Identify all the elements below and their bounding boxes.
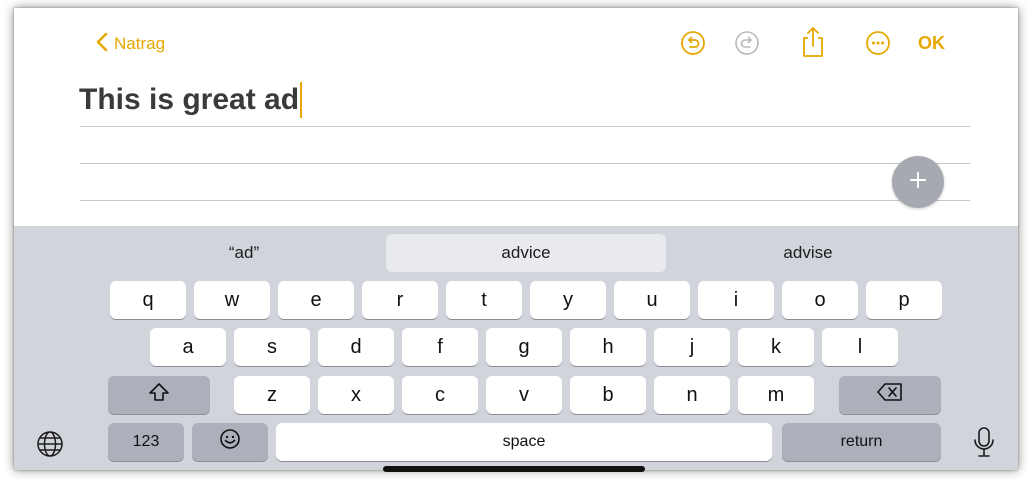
note-divider (80, 126, 970, 127)
shift-icon (148, 382, 170, 408)
key-p[interactable]: p (866, 281, 942, 319)
key-t[interactable]: t (446, 281, 522, 319)
plus-icon (909, 171, 927, 194)
key-l[interactable]: l (822, 328, 898, 366)
key-n[interactable]: n (654, 376, 730, 414)
chevron-left-icon (96, 32, 108, 57)
microphone-icon[interactable] (972, 426, 996, 465)
space-key[interactable]: space (276, 423, 772, 461)
shift-key[interactable] (108, 376, 210, 414)
suggestion-advise[interactable]: advise (678, 234, 938, 272)
note-divider (80, 200, 970, 201)
delete-key[interactable] (839, 376, 941, 414)
key-s[interactable]: s (234, 328, 310, 366)
keyboard: “ad” advice advise q w e r t y u i o p a… (14, 226, 1018, 470)
undo-icon[interactable] (680, 30, 706, 61)
key-g[interactable]: g (486, 328, 562, 366)
key-d[interactable]: d (318, 328, 394, 366)
key-f[interactable]: f (402, 328, 478, 366)
key-k[interactable]: k (738, 328, 814, 366)
key-c[interactable]: c (402, 376, 478, 414)
return-key[interactable]: return (782, 423, 941, 461)
key-a[interactable]: a (150, 328, 226, 366)
suggestion-advice[interactable]: advice (386, 234, 666, 272)
more-icon[interactable] (865, 30, 891, 61)
text-cursor (300, 82, 303, 118)
key-r[interactable]: r (362, 281, 438, 319)
key-w[interactable]: w (194, 281, 270, 319)
note-divider (80, 163, 970, 164)
key-j[interactable]: j (654, 328, 730, 366)
backspace-icon (876, 382, 904, 408)
redo-icon[interactable] (734, 30, 760, 61)
home-indicator[interactable] (383, 466, 645, 472)
key-q[interactable]: q (110, 281, 186, 319)
key-b[interactable]: b (570, 376, 646, 414)
key-x[interactable]: x (318, 376, 394, 414)
share-icon[interactable] (800, 26, 826, 63)
add-attachment-button[interactable] (892, 156, 944, 208)
note-title[interactable]: This is great ad (79, 82, 303, 118)
key-z[interactable]: z (234, 376, 310, 414)
notes-window: Natrag OK This is great ad “ad” advice a… (14, 8, 1018, 470)
done-button[interactable]: OK (918, 33, 945, 54)
back-button[interactable]: Natrag (96, 32, 165, 56)
key-v[interactable]: v (486, 376, 562, 414)
key-u[interactable]: u (614, 281, 690, 319)
top-bar: Natrag OK (14, 8, 1018, 68)
key-i[interactable]: i (698, 281, 774, 319)
back-label: Natrag (114, 34, 166, 53)
key-e[interactable]: e (278, 281, 354, 319)
emoji-key[interactable] (192, 423, 268, 461)
key-o[interactable]: o (782, 281, 858, 319)
key-h[interactable]: h (570, 328, 646, 366)
key-m[interactable]: m (738, 376, 814, 414)
key-y[interactable]: y (530, 281, 606, 319)
emoji-icon (219, 428, 241, 456)
globe-icon[interactable] (36, 430, 64, 463)
note-title-text: This is great ad (79, 83, 300, 116)
suggestion-literal[interactable]: “ad” (114, 234, 374, 272)
numbers-key[interactable]: 123 (108, 423, 184, 461)
